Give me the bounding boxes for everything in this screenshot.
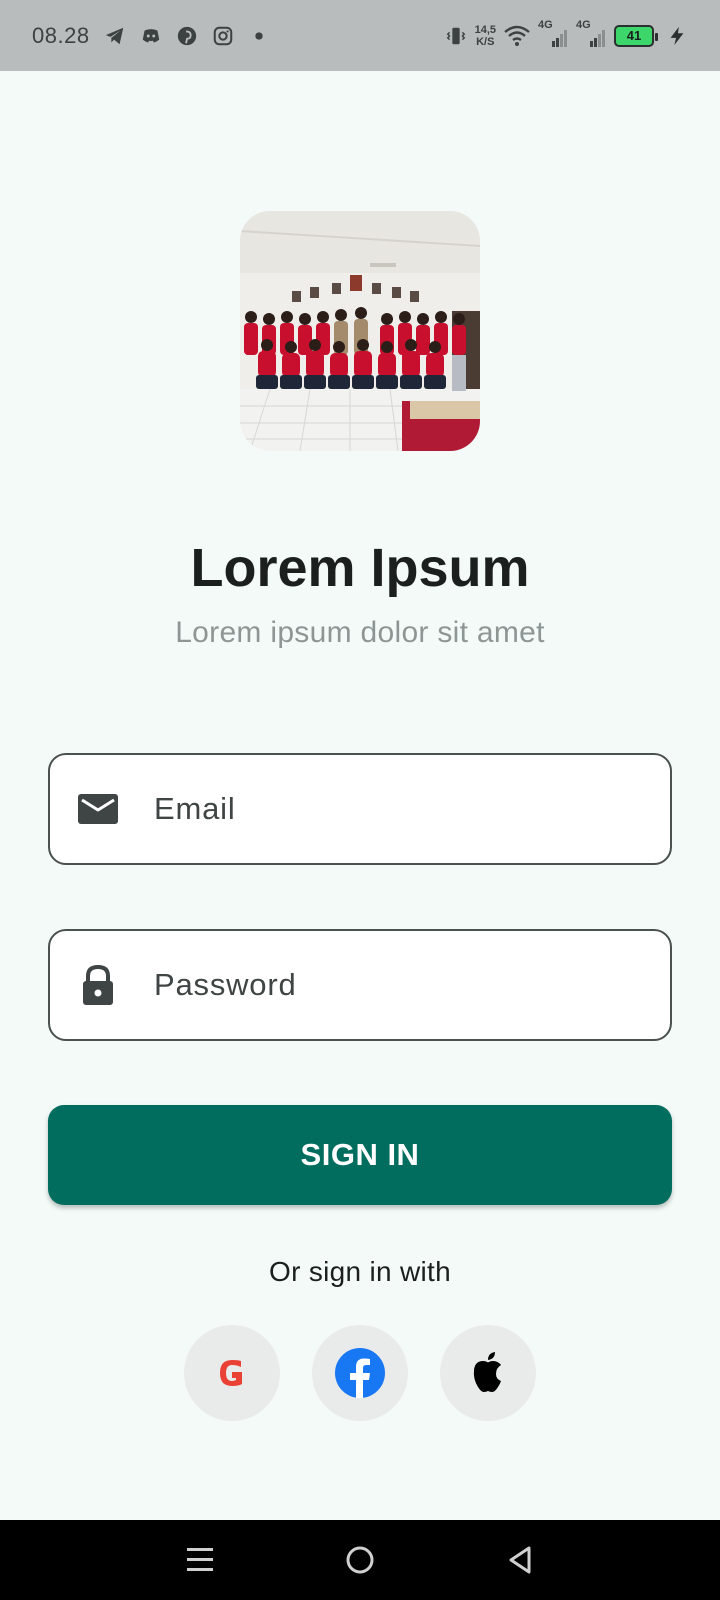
sim2-label: 4G: [576, 18, 591, 31]
battery-icon: 41: [614, 24, 658, 47]
home-icon[interactable]: [340, 1540, 380, 1580]
charging-icon: [666, 25, 688, 47]
back-icon[interactable]: [500, 1540, 540, 1580]
lock-icon: [76, 963, 120, 1007]
status-time: 08.28: [32, 22, 90, 48]
pinterest-icon: [176, 25, 198, 47]
signal-icon: 4G: [576, 19, 606, 47]
net-speed: 14,5 K/S: [475, 24, 496, 48]
menu-icon[interactable]: [180, 1540, 220, 1580]
status-right: 14,5 K/S 4G 4G 41: [445, 19, 688, 48]
app-subtitle: Lorem ipsum dolor sit amet: [175, 616, 545, 649]
or-sign-in-with-text: Or sign in with: [269, 1256, 451, 1287]
mail-icon: [76, 787, 120, 831]
battery-level: 41: [626, 28, 642, 43]
google-sign-in-button[interactable]: [184, 1325, 280, 1421]
google-icon: [220, 1360, 242, 1386]
notification-dot-icon: [248, 25, 270, 47]
status-left: 08.28: [32, 23, 270, 49]
sign-in-button[interactable]: SIGN IN: [48, 1105, 672, 1205]
sim1-label: 4G: [538, 18, 553, 31]
wifi-icon: [504, 25, 530, 47]
facebook-sign-in-button[interactable]: [312, 1325, 408, 1421]
net-speed-unit: K/S: [476, 35, 495, 48]
email-input[interactable]: [154, 791, 634, 827]
group-photo: [240, 211, 480, 451]
status-bar: 08.28 14,5 K/S 4G 4G 41: [0, 0, 720, 71]
net-speed-value: 14,5: [474, 23, 496, 36]
vibrate-icon: [445, 25, 467, 47]
app-title: Lorem Ipsum: [190, 538, 530, 598]
password-field[interactable]: [48, 929, 672, 1041]
navigation-bar: [0, 1520, 720, 1600]
apple-icon: [473, 1352, 501, 1392]
telegram-icon: [104, 25, 126, 47]
email-field[interactable]: [48, 753, 672, 865]
signal-icon: 4G: [538, 19, 568, 47]
password-input[interactable]: [154, 967, 634, 1003]
discord-icon: [140, 25, 162, 47]
facebook-icon: [335, 1348, 385, 1398]
app-logo-image: [240, 211, 480, 451]
instagram-icon: [212, 25, 234, 47]
apple-sign-in-button[interactable]: [440, 1325, 536, 1421]
